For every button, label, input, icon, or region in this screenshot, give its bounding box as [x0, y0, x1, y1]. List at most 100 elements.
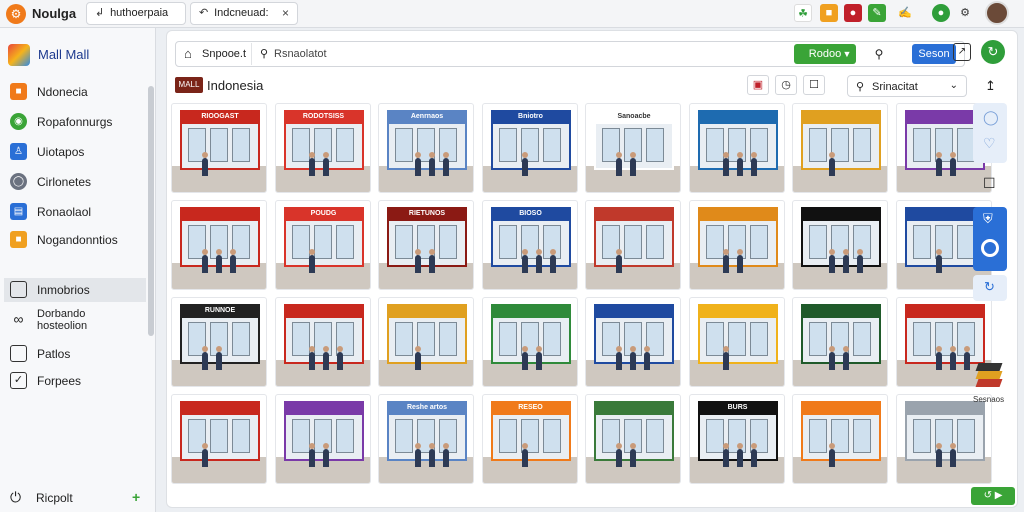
store-tile[interactable]: RODOTSISS — [274, 103, 371, 193]
search-input[interactable]: ⚲ Rsnaolatot — [251, 43, 791, 65]
refresh-icon[interactable]: ↻ — [981, 40, 1005, 64]
store-window — [809, 419, 827, 453]
tab-2[interactable]: ↶ Indcneuad: × — [190, 2, 298, 25]
add-icon[interactable]: + — [132, 489, 140, 505]
store-tile[interactable] — [792, 200, 888, 290]
right-rail-blue[interactable]: ⛨ — [973, 207, 1007, 271]
store-tile[interactable] — [378, 297, 474, 387]
share-icon[interactable]: ↥ — [985, 78, 996, 94]
chevron-down-icon[interactable]: ▼ — [840, 44, 854, 64]
sidebar-header[interactable]: Mall Mall — [8, 42, 144, 68]
person-figure — [736, 249, 743, 273]
store-tile[interactable]: Aenrnaos — [378, 103, 474, 193]
store-tile[interactable] — [688, 200, 785, 290]
submit-button[interactable]: Seson — [912, 44, 956, 64]
store-tile[interactable] — [585, 200, 681, 290]
avatar[interactable] — [985, 1, 1009, 25]
store-tile[interactable]: POUDG — [274, 200, 371, 290]
sidebar-item-label: Dorbando hosteolion — [37, 308, 88, 332]
record-tool-icon[interactable]: ▣ — [747, 75, 769, 95]
store-tile[interactable]: Reshe artos — [378, 394, 474, 484]
tab-1[interactable]: ↲ huthoerpaia — [86, 2, 186, 25]
sync-tool[interactable]: ↻ — [973, 275, 1007, 301]
store-window — [542, 128, 561, 162]
store-tile[interactable]: Sanoacbe — [585, 103, 681, 193]
close-icon[interactable]: × — [282, 3, 289, 24]
store-tile[interactable] — [792, 297, 888, 387]
store-tile[interactable]: RIETUNOS — [378, 200, 474, 290]
store-tile[interactable] — [585, 297, 681, 387]
app-logo-icon[interactable]: ⚙ — [6, 4, 26, 24]
store-tile[interactable] — [688, 297, 785, 387]
sidebar-footer[interactable]: ⏻ Ricpolt + — [10, 488, 150, 508]
store-tile[interactable] — [274, 297, 371, 387]
sidebar-item-6[interactable]: ■ Nogandonntios — [10, 228, 148, 252]
store-tile[interactable]: BIOSO — [481, 200, 578, 290]
store-tile[interactable]: RIOOGAST — [171, 103, 267, 193]
store-window — [232, 419, 250, 453]
page-title: Indonesia — [207, 78, 264, 93]
store-tile[interactable] — [274, 394, 371, 484]
clock-icon[interactable]: ◷ — [775, 75, 797, 95]
store-tile[interactable]: RESEO — [481, 394, 578, 484]
page-tool[interactable]: ☐ — [973, 171, 1007, 199]
right-rail-top[interactable]: ◯ ♡ — [973, 103, 1007, 163]
layers-icon[interactable] — [975, 361, 1005, 395]
store-sign: RIETUNOS — [387, 207, 467, 221]
store-tile[interactable] — [481, 297, 578, 387]
sidebar-item-label: Ronaolaol — [37, 205, 92, 219]
sidebar-item-2[interactable]: ◉ Ropafonnurgs — [10, 110, 148, 134]
square-icon[interactable]: ■ — [820, 4, 838, 22]
sidebar-item-5[interactable]: ▤ Ronaolaol — [10, 200, 148, 224]
person-figure — [736, 152, 743, 176]
store-tile[interactable] — [792, 103, 888, 193]
sidebar-item-selected[interactable]: Inmobrios — [4, 278, 146, 302]
person-figure — [722, 152, 729, 176]
leaf-icon[interactable]: ☘ — [794, 4, 812, 22]
sidebar-item-hosting[interactable]: ∞ Dorbando hosteolion — [10, 308, 148, 336]
user-icon: ♙ — [10, 143, 27, 160]
sidebar-item-4[interactable]: ◯ Cirlonetes — [10, 170, 148, 194]
store-window — [395, 322, 413, 356]
store-tile[interactable]: RUNNOE — [171, 297, 267, 387]
right-rail-label: Sesnaos — [973, 395, 1005, 404]
store-tile[interactable]: Bniotro — [481, 103, 578, 193]
store-tile[interactable] — [585, 394, 681, 484]
store-tile[interactable] — [688, 103, 785, 193]
store-tile[interactable]: BURS — [688, 394, 785, 484]
title-row: MALL Indonesia ▣ ◷ ☐ ⚲ Srinacitat ⌄ — [175, 75, 967, 97]
export-icon[interactable]: ↗ — [953, 43, 971, 61]
record-icon[interactable]: ● — [844, 4, 862, 22]
pen-icon[interactable]: ✍ — [896, 4, 914, 22]
person-figure — [843, 249, 849, 273]
action-button[interactable]: ↺ ▶ — [971, 487, 1015, 505]
store-sign: BIOSO — [490, 207, 571, 221]
pin-icon: ◯ — [983, 109, 999, 125]
person-figure — [963, 346, 970, 370]
breadcrumb[interactable]: Snpooe.t — [202, 48, 246, 60]
home-icon[interactable]: ⌂ — [184, 46, 192, 61]
sidebar-item-forpees[interactable]: ✓ Forpees — [10, 369, 148, 393]
lock-icon[interactable]: ☐ — [803, 75, 825, 95]
chat-icon[interactable]: ● — [932, 4, 950, 22]
search-button-icon[interactable]: ⚲ — [866, 44, 892, 64]
page-icon: ☐ — [983, 175, 996, 191]
person-figure — [750, 152, 757, 176]
store-tile[interactable] — [171, 200, 267, 290]
circle-icon: ◯ — [10, 173, 27, 190]
store-window — [853, 322, 871, 356]
settings-icon[interactable]: ⚙ — [956, 4, 974, 22]
store-sign — [697, 110, 778, 124]
store-tile[interactable] — [895, 394, 992, 484]
id-card-icon: ▤ — [10, 203, 27, 220]
sidebar-item-1[interactable]: ■ Ndonecia — [10, 80, 148, 104]
edit-icon[interactable]: ✎ — [868, 4, 886, 22]
sidebar-item-3[interactable]: ♙ Uiotapos — [10, 140, 148, 164]
store-window — [395, 419, 413, 453]
store-window — [498, 322, 517, 356]
sidebar-item-patlos[interactable]: Patlos — [10, 342, 148, 366]
sidebar-scrollbar[interactable] — [148, 86, 154, 336]
store-tile[interactable] — [792, 394, 888, 484]
filter-dropdown[interactable]: ⚲ Srinacitat ⌄ — [847, 75, 967, 97]
store-tile[interactable] — [171, 394, 267, 484]
